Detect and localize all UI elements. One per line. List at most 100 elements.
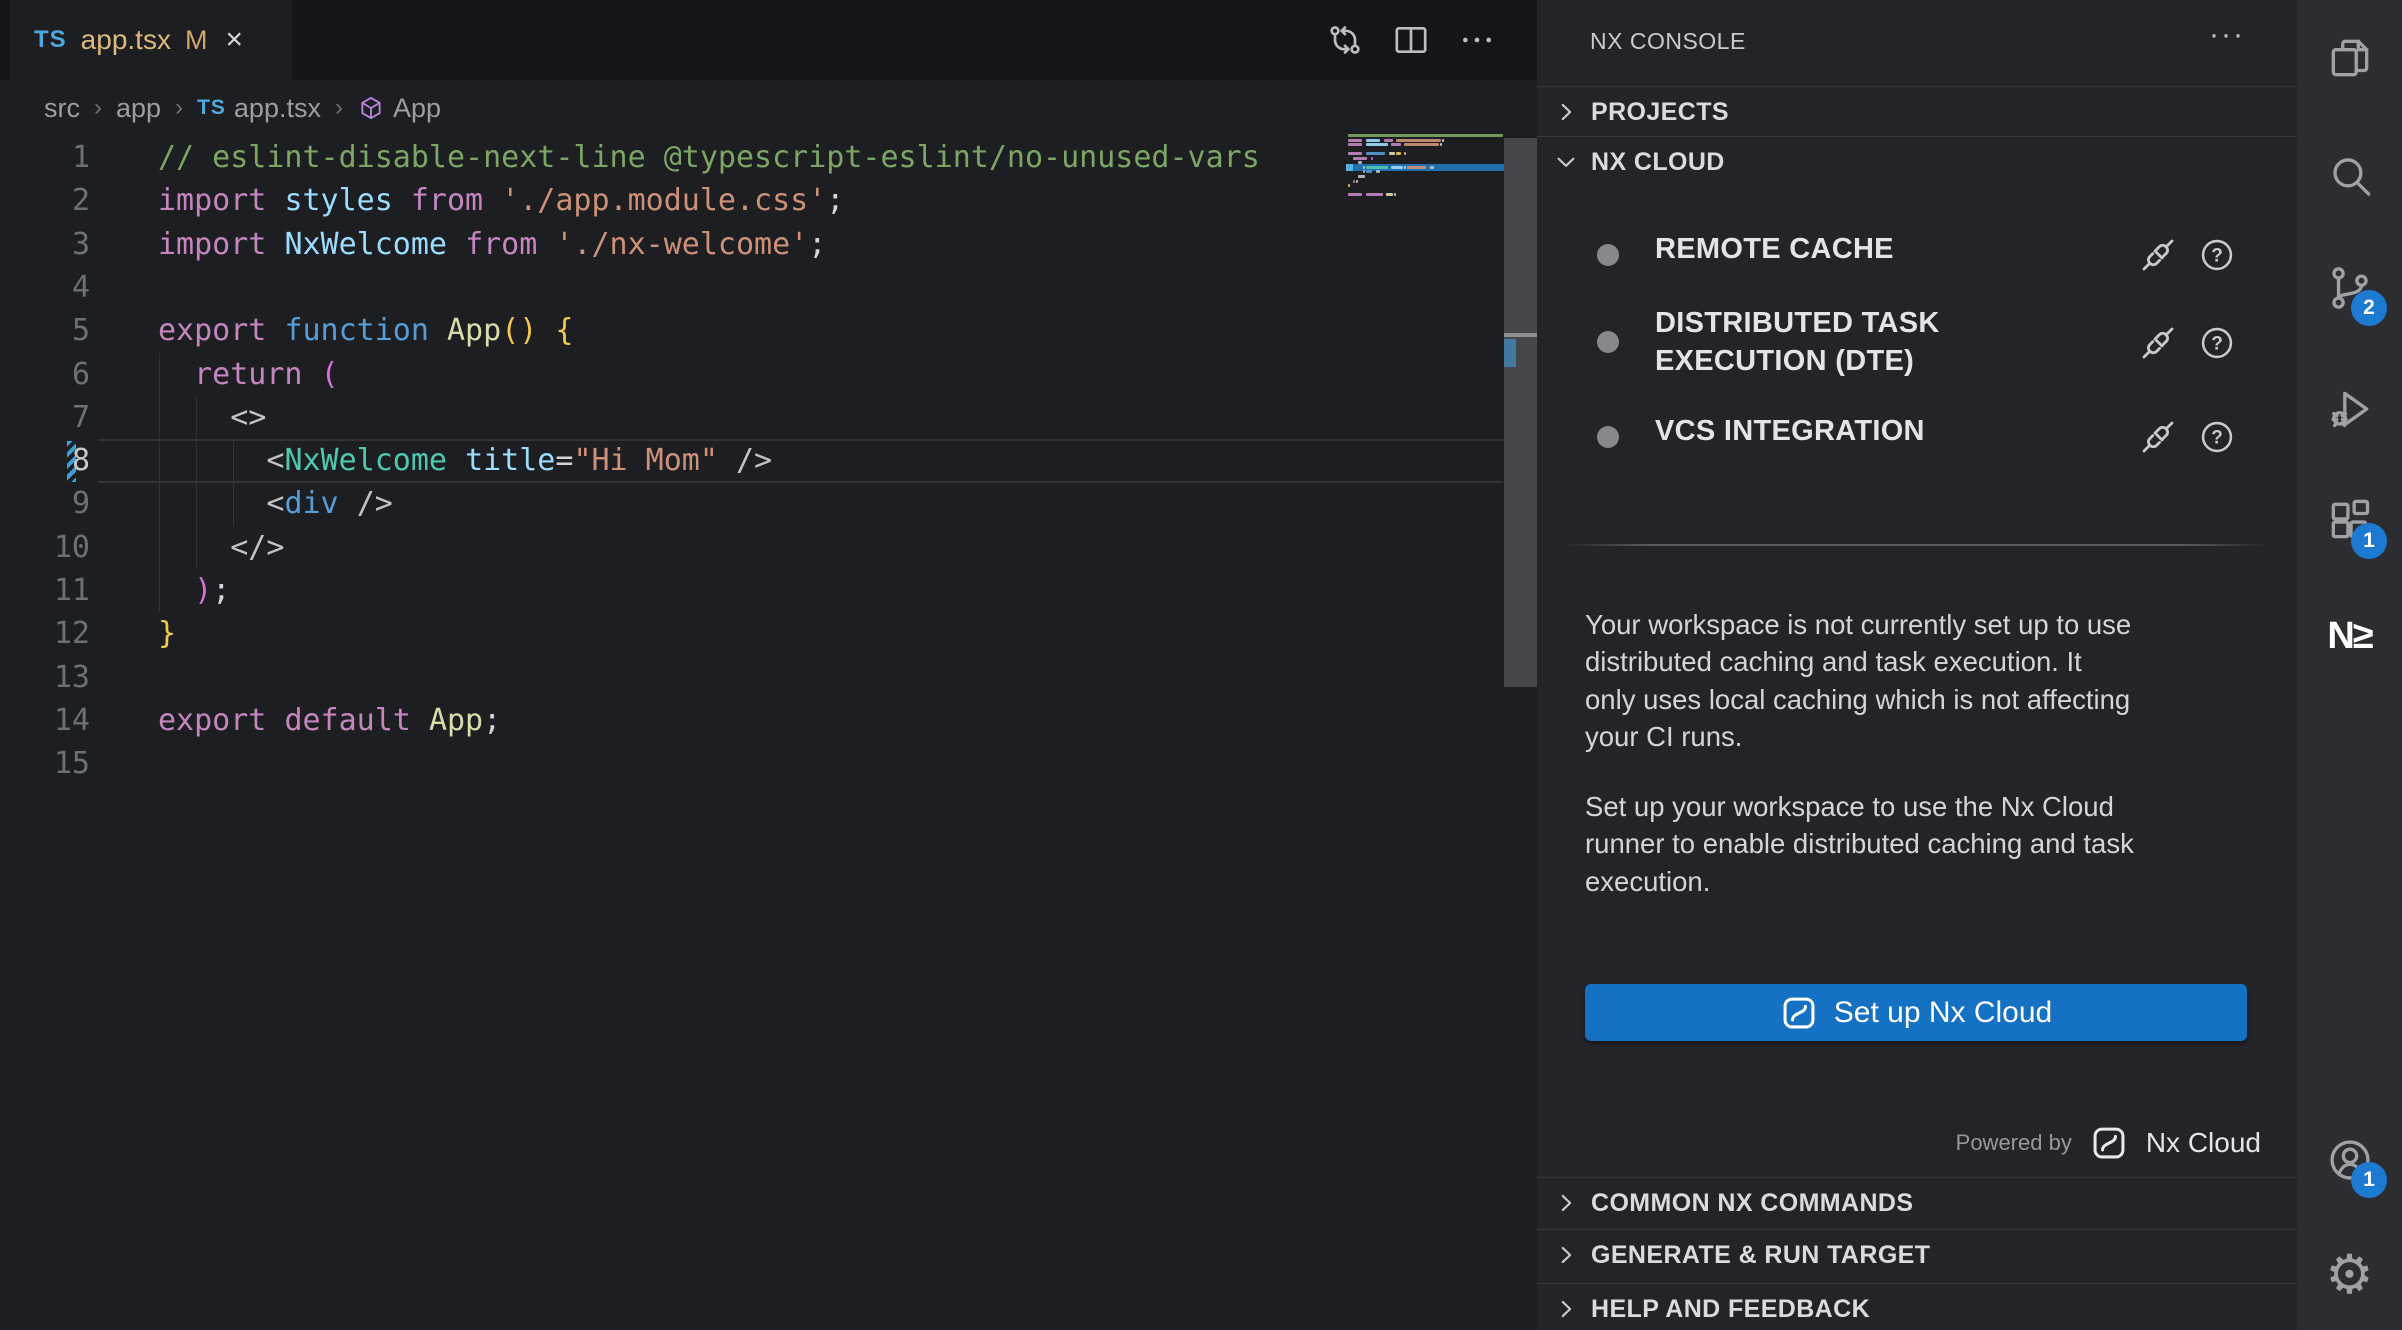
minimap-line	[1386, 193, 1393, 196]
breadcrumb-item-app[interactable]: App	[357, 93, 441, 124]
connect-plug-icon[interactable]	[2137, 234, 2179, 276]
minimap-line	[1442, 139, 1444, 142]
breadcrumb-item-app-tsx[interactable]: TS app.tsx	[197, 93, 321, 124]
nx-console-panel: NX CONSOLE ··· PROJECTS NX CLOUD REMOTE …	[1537, 0, 2297, 1330]
editor-line-1[interactable]: 1// eslint-disable-next-line @typescript…	[0, 136, 1345, 180]
connect-plug-icon[interactable]	[2137, 416, 2179, 458]
line-number: 8	[0, 439, 90, 483]
chevron-right-icon	[1553, 1296, 1579, 1322]
activity-bar: 2 1 N≥ 1 ⚙	[2297, 0, 2402, 1330]
minimap-line	[1396, 152, 1400, 155]
editor-scrollbar[interactable]	[1503, 0, 1537, 1330]
editor-line-4[interactable]: 4	[0, 266, 1345, 310]
more-actions-icon[interactable]: ···	[2209, 18, 2245, 52]
cloud-item-remote-cache[interactable]: REMOTE CACHE?	[1537, 230, 2297, 280]
editor-line-3[interactable]: 3import NxWelcome from './nx-welcome';	[0, 223, 1345, 267]
minimap-line	[1348, 152, 1362, 155]
workspace-status-text: Your workspace is not currently set up t…	[1585, 606, 2255, 756]
badge: 1	[2351, 1162, 2387, 1198]
minimap[interactable]	[1345, 0, 1503, 1330]
editor-line-12[interactable]: 12}	[0, 612, 1345, 656]
typescript-file-icon: TS	[197, 96, 226, 120]
line-number: 13	[0, 656, 90, 700]
tab-bar: TS app.tsx M ×	[0, 0, 1537, 80]
cloud-item-label: VCS INTEGRATION	[1655, 412, 2135, 450]
line-number: 4	[0, 266, 90, 310]
activitybar-extensions-icon[interactable]: 1	[2297, 473, 2402, 569]
setup-nx-cloud-button[interactable]: Set up Nx Cloud	[1585, 984, 2247, 1041]
cloud-item-vcs-integration[interactable]: VCS INTEGRATION?	[1537, 412, 2297, 462]
help-question-icon[interactable]: ?	[2198, 324, 2236, 362]
breadcrumb-label: app.tsx	[234, 93, 321, 124]
editor-line-11[interactable]: 11 );	[0, 569, 1345, 613]
activitybar-source-control-icon[interactable]: 2	[2297, 240, 2402, 336]
activitybar-settings-gear-icon[interactable]: ⚙	[2297, 1227, 2402, 1323]
minimap-line	[1366, 193, 1383, 196]
minimap-line	[1348, 134, 1503, 137]
minimap-line	[1430, 166, 1434, 169]
activitybar-files-icon[interactable]	[2297, 10, 2402, 106]
code-text: <div />	[158, 482, 393, 526]
minimap-line	[1356, 180, 1358, 183]
activitybar-run-debug-icon[interactable]	[2297, 361, 2402, 457]
activitybar-nx-console-icon[interactable]: N≥	[2297, 588, 2402, 684]
cloud-item-label: REMOTE CACHE	[1655, 230, 2135, 268]
editor-line-9[interactable]: 9 <div />	[0, 482, 1345, 526]
overview-ruler-modified-marker	[1504, 339, 1516, 367]
section-help-and-feedback[interactable]: HELP AND FEEDBACK	[1537, 1283, 2297, 1330]
section-projects[interactable]: PROJECTS	[1537, 86, 2297, 137]
setup-hint-text: Set up your workspace to use the Nx Clou…	[1585, 788, 2255, 900]
minimap-line	[1366, 139, 1380, 142]
editor-line-14[interactable]: 14export default App;	[0, 699, 1345, 743]
help-question-icon[interactable]: ?	[2198, 418, 2236, 456]
help-question-icon[interactable]: ?	[2198, 236, 2236, 274]
minimap-line	[1376, 170, 1380, 173]
section-label: COMMON NX COMMANDS	[1591, 1189, 1913, 1218]
minimap-line	[1366, 166, 1388, 169]
scrollbar-slider[interactable]	[1504, 138, 1537, 687]
cloud-item-distributed-task[interactable]: DISTRIBUTED TASK EXECUTION (DTE)?	[1537, 304, 2297, 382]
svg-text:?: ?	[2211, 334, 2223, 355]
minimap-line	[1366, 143, 1388, 146]
close-icon[interactable]: ×	[225, 25, 243, 55]
minimap-line	[1371, 157, 1373, 160]
activitybar-account-icon[interactable]: 1	[2297, 1112, 2402, 1208]
nx-cloud-logo-icon	[2090, 1124, 2128, 1162]
editor-line-15[interactable]: 15	[0, 742, 1345, 786]
editor-line-10[interactable]: 10 </>	[0, 526, 1345, 570]
powered-by-label: Powered by	[1956, 1130, 2072, 1156]
badge: 2	[2351, 290, 2387, 326]
tab-app-tsx[interactable]: TS app.tsx M ×	[10, 0, 292, 80]
editor-line-13[interactable]: 13	[0, 656, 1345, 700]
line-number: 3	[0, 223, 90, 267]
section-label: NX CLOUD	[1591, 148, 1725, 177]
editor-line-7[interactable]: 7 <>	[0, 396, 1345, 440]
editor-line-5[interactable]: 5export function App() {	[0, 309, 1345, 353]
breadcrumb-item-src[interactable]: src	[44, 93, 80, 124]
editor-line-6[interactable]: 6 return (	[0, 353, 1345, 397]
vscode-window: TS app.tsx M × src›app›TSapp.tsx›App 1//…	[0, 0, 2402, 1330]
panel-title: NX CONSOLE	[1590, 28, 1746, 55]
code-text: <NxWelcome title="Hi Mom" />	[158, 439, 772, 483]
minimap-line	[1394, 193, 1396, 196]
status-dot-icon	[1597, 244, 1619, 266]
powered-by-row: Powered by Nx Cloud	[1956, 1120, 2261, 1166]
connect-plug-icon[interactable]	[2137, 322, 2179, 364]
line-number: 15	[0, 742, 90, 786]
tab-label: app.tsx	[81, 24, 171, 56]
chevron-right-icon	[1553, 1190, 1579, 1216]
section-nx-cloud[interactable]: NX CLOUD	[1537, 136, 2297, 187]
section-generate-run-target[interactable]: GENERATE & RUN TARGET	[1537, 1229, 2297, 1280]
section-common-nx-commands[interactable]: COMMON NX COMMANDS	[1537, 1177, 2297, 1228]
code-text: // eslint-disable-next-line @typescript-…	[158, 136, 1260, 180]
line-number: 9	[0, 482, 90, 526]
svg-text:?: ?	[2211, 428, 2223, 449]
breadcrumb-item-app[interactable]: app	[116, 93, 161, 124]
setup-button-label: Set up Nx Cloud	[1834, 996, 2052, 1030]
editor-line-2[interactable]: 2import styles from './app.module.css';	[0, 179, 1345, 223]
breadcrumb: src›app›TSapp.tsx›App	[44, 80, 441, 136]
activitybar-search-icon[interactable]	[2297, 128, 2402, 224]
code-text: export default App;	[158, 699, 501, 743]
minimap-line	[1348, 193, 1362, 196]
editor-line-8[interactable]: 8 <NxWelcome title="Hi Mom" />	[0, 439, 1345, 483]
